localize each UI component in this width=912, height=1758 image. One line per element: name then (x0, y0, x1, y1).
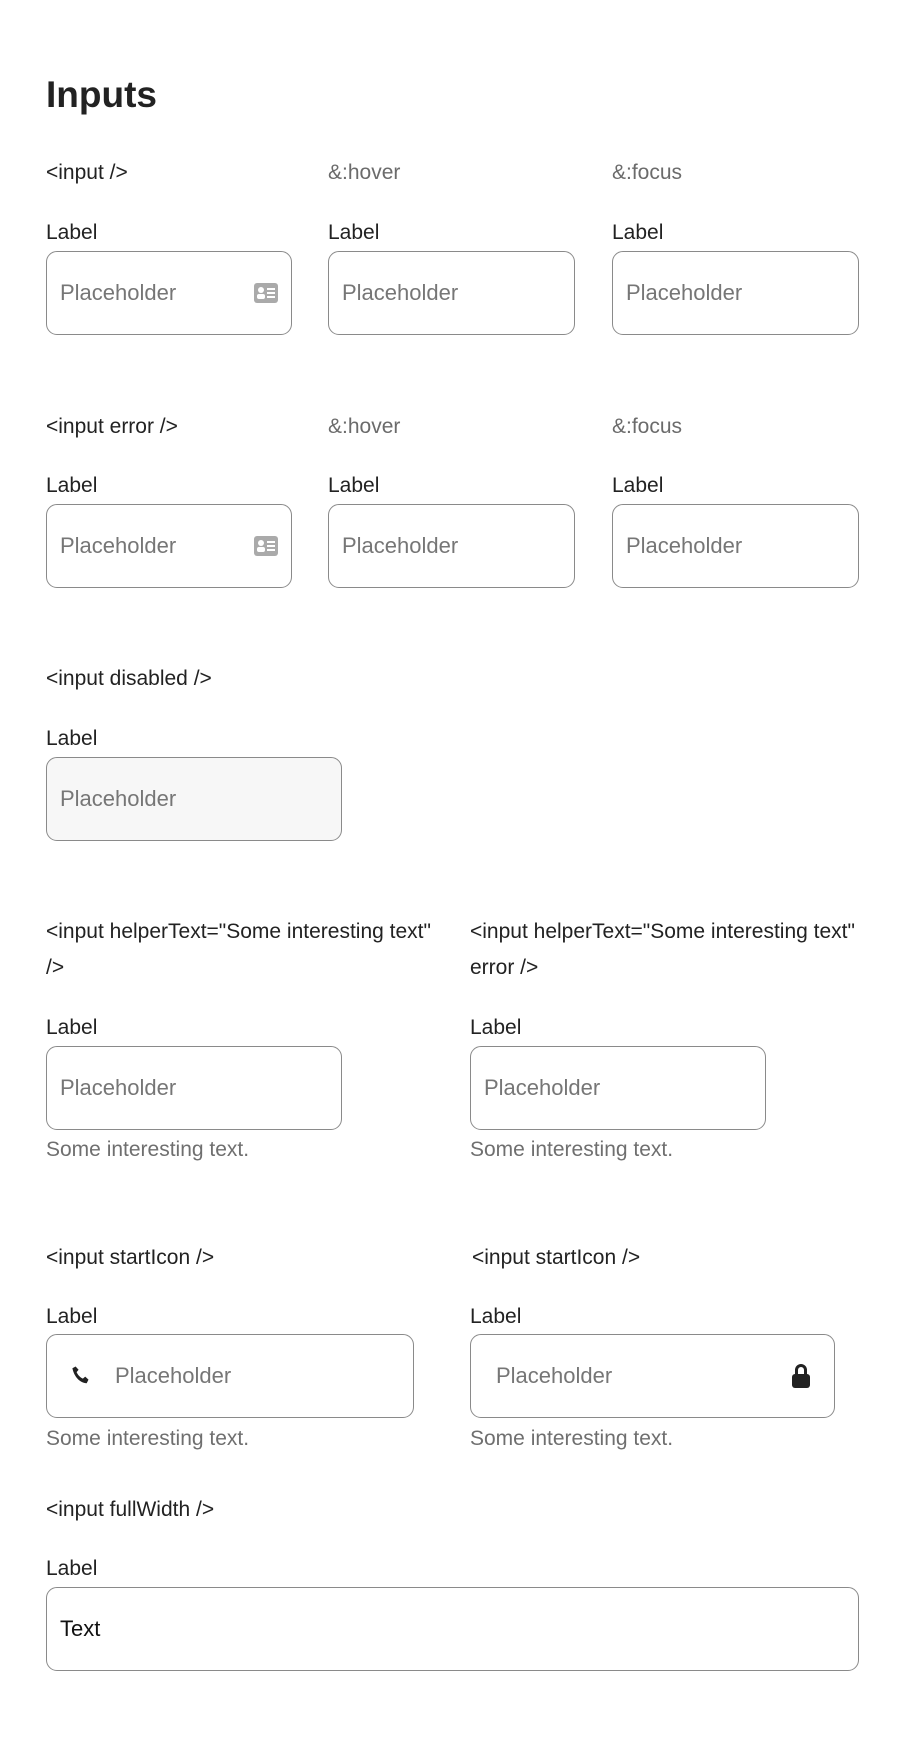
field-label: Label (328, 474, 380, 497)
field-label: Label (46, 1016, 98, 1039)
contact-card-icon (254, 283, 278, 303)
text-input-focus[interactable]: Placeholder (612, 251, 859, 335)
text-input[interactable]: Placeholder (46, 251, 292, 335)
helper-text: Some interesting text. (470, 1427, 674, 1450)
input-placeholder: Placeholder (342, 280, 459, 305)
full-width-input[interactable]: Text (46, 1587, 859, 1671)
section-heading-focus: &:focus (612, 161, 683, 184)
helper-text: Some interesting text. (46, 1427, 250, 1450)
field-label: Label (470, 1016, 522, 1039)
section-heading-helper-error: <input helperText="Some interesting text… (470, 920, 855, 979)
field-label: Label (46, 727, 98, 750)
section-heading-start-icon: <input startIcon /> (46, 1246, 215, 1269)
helper-text: Some interesting text. (470, 1138, 674, 1161)
input-value: Text (60, 1616, 101, 1641)
section-heading-input: <input /> (46, 161, 128, 184)
text-input-hover[interactable]: Placeholder (328, 251, 575, 335)
input-placeholder: Placeholder (60, 533, 177, 558)
input-placeholder: Placeholder (342, 533, 459, 558)
page-title: Inputs (46, 74, 157, 115)
field-label: Label (612, 221, 664, 244)
error-input-focus[interactable]: Placeholder (612, 504, 859, 588)
input-placeholder: Placeholder (626, 533, 743, 558)
field-label: Label (612, 474, 664, 497)
input-placeholder: Placeholder (496, 1363, 613, 1388)
section-heading-focus: &:focus (612, 415, 683, 438)
end-icon-input[interactable]: Placeholder (470, 1334, 835, 1418)
disabled-input: Placeholder (46, 757, 342, 841)
input-placeholder: Placeholder (60, 280, 177, 305)
input-placeholder: Placeholder (115, 1363, 232, 1388)
section-heading-input-error: <input error /> (46, 415, 178, 438)
error-input[interactable]: Placeholder (46, 504, 292, 588)
field-label: Label (46, 1305, 98, 1328)
field-label: Label (46, 221, 98, 244)
field-label: Label (328, 221, 380, 244)
lock-icon (790, 1363, 812, 1389)
section-heading-hover: &:hover (328, 161, 401, 184)
phone-icon (69, 1364, 93, 1388)
section-heading-hover: &:hover (328, 415, 401, 438)
input-placeholder: Placeholder (626, 280, 743, 305)
error-input-hover[interactable]: Placeholder (328, 504, 575, 588)
input-placeholder: Placeholder (484, 1075, 601, 1100)
field-label: Label (46, 474, 98, 497)
contact-card-icon (254, 536, 278, 556)
start-icon-input[interactable]: Placeholder (46, 1334, 414, 1418)
section-heading-start-icon: <input startIcon /> (472, 1246, 641, 1269)
helper-input[interactable]: Placeholder (46, 1046, 342, 1130)
section-heading-full-width: <input fullWidth /> (46, 1498, 215, 1521)
input-placeholder: Placeholder (60, 786, 177, 811)
helper-text: Some interesting text. (46, 1138, 250, 1161)
field-label: Label (470, 1305, 522, 1328)
section-heading-disabled: <input disabled /> (46, 667, 212, 690)
helper-error-input[interactable]: Placeholder (470, 1046, 766, 1130)
field-label: Label (46, 1557, 98, 1580)
section-heading-helper: <input helperText="Some interesting text… (46, 920, 431, 979)
input-placeholder: Placeholder (60, 1075, 177, 1100)
